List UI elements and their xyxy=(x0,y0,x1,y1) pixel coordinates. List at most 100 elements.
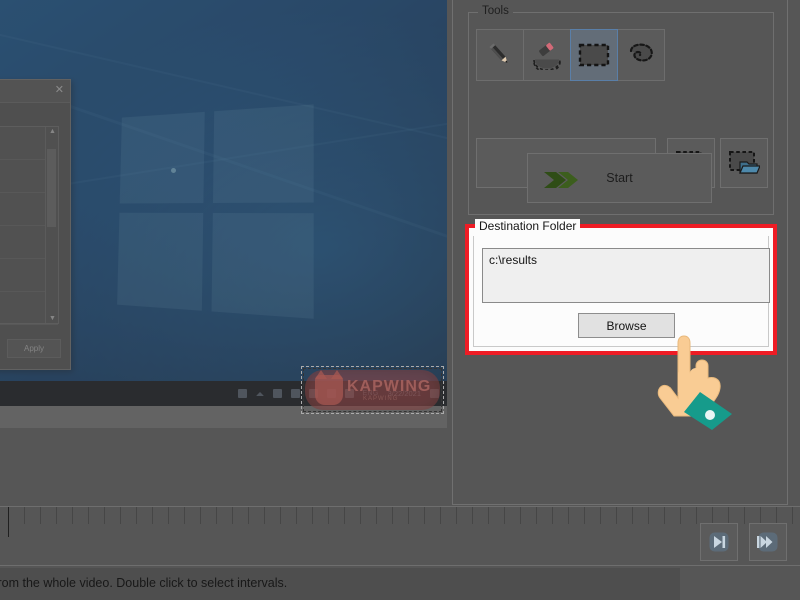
timeline[interactable] xyxy=(0,506,800,566)
timeline-minor-tick xyxy=(568,507,569,524)
timeline-minor-tick xyxy=(456,507,457,524)
chevron-up-icon xyxy=(256,392,264,396)
timeline-minor-tick xyxy=(408,507,409,524)
load-selection-button[interactable] xyxy=(720,138,768,188)
pin-icon xyxy=(238,389,247,398)
skip-forward-button[interactable] xyxy=(749,523,787,561)
timeline-minor-tick xyxy=(136,507,137,524)
status-secondary-cell xyxy=(681,568,800,600)
timeline-minor-tick xyxy=(312,507,313,524)
pencil-icon xyxy=(485,40,515,70)
onedrive-icon xyxy=(291,389,300,398)
timeline-minor-tick xyxy=(664,507,665,524)
timeline-minor-tick xyxy=(728,507,729,524)
timeline-minor-tick xyxy=(696,507,697,524)
scrollbar: ▲ ▼ xyxy=(45,127,58,323)
timeline-minor-tick xyxy=(280,507,281,524)
timeline-ruler[interactable] xyxy=(0,507,800,549)
timeline-minor-tick xyxy=(440,507,441,524)
eraser-tool[interactable] xyxy=(523,29,571,81)
video-preview[interactable]: Properties ✕ ▲ ▼ OK Apply xyxy=(0,0,447,428)
properties-list: ▲ ▼ xyxy=(0,126,59,324)
destination-folder-group: Destination Folder c:\results Browse xyxy=(465,224,777,355)
network-icon xyxy=(273,389,282,398)
timeline-minor-tick xyxy=(40,507,41,524)
load-selection-icon xyxy=(728,150,760,176)
timeline-minor-tick xyxy=(264,507,265,524)
tools-toolbar xyxy=(476,29,664,81)
timeline-minor-tick xyxy=(216,507,217,524)
status-bar: from the whole video. Double click to se… xyxy=(0,566,800,600)
timeline-minor-tick xyxy=(504,507,505,524)
timeline-minor-tick xyxy=(328,507,329,524)
next-frame-icon xyxy=(708,531,730,553)
timeline-minor-tick xyxy=(72,507,73,524)
timeline-minor-tick xyxy=(680,507,681,524)
timeline-minor-tick xyxy=(344,507,345,524)
destination-path-field[interactable]: c:\results xyxy=(482,248,770,303)
timeline-minor-tick xyxy=(376,507,377,524)
timeline-minor-tick xyxy=(552,507,553,524)
timeline-minor-tick xyxy=(296,507,297,524)
timeline-minor-tick xyxy=(24,507,25,524)
close-icon: ✕ xyxy=(55,83,64,97)
selection-marquee[interactable] xyxy=(301,366,444,414)
timeline-minor-tick xyxy=(744,507,745,524)
browse-label: Browse xyxy=(606,319,646,333)
scrollbar-thumb xyxy=(47,149,56,227)
timeline-minor-tick xyxy=(488,507,489,524)
lasso-select-tool[interactable] xyxy=(617,29,665,81)
pencil-tool[interactable] xyxy=(476,29,524,81)
start-button[interactable]: Start xyxy=(527,153,712,203)
timeline-minor-tick xyxy=(616,507,617,524)
timeline-minor-tick xyxy=(152,507,153,524)
timeline-minor-tick xyxy=(200,507,201,524)
timeline-minor-tick xyxy=(648,507,649,524)
tools-group-legend: Tools xyxy=(478,5,513,17)
timeline-minor-tick xyxy=(520,507,521,524)
rectangle-select-tool[interactable] xyxy=(570,29,618,81)
skip-forward-icon xyxy=(757,531,779,553)
next-frame-button[interactable] xyxy=(700,523,738,561)
timeline-minor-tick xyxy=(600,507,601,524)
application-window: Properties ✕ ▲ ▼ OK Apply xyxy=(0,0,800,600)
timeline-minor-tick xyxy=(792,507,793,524)
destination-folder-legend: Destination Folder xyxy=(475,219,580,233)
timeline-minor-tick xyxy=(712,507,713,524)
timeline-major-tick xyxy=(8,507,9,537)
eraser-icon xyxy=(530,40,564,70)
status-message-cell: from the whole video. Double click to se… xyxy=(0,568,680,600)
timeline-minor-tick xyxy=(88,507,89,524)
destination-folder-inner: c:\results Browse xyxy=(473,236,769,347)
browse-button[interactable]: Browse xyxy=(578,313,675,338)
dialog-apply-button: Apply xyxy=(7,339,61,358)
timeline-minor-tick xyxy=(56,507,57,524)
timeline-minor-tick xyxy=(232,507,233,524)
start-label: Start xyxy=(606,171,632,185)
timeline-minor-tick xyxy=(360,507,361,524)
timeline-minor-tick xyxy=(424,507,425,524)
timeline-minor-tick xyxy=(632,507,633,524)
double-chevron-right-icon xyxy=(542,167,582,196)
right-side-panel: Tools xyxy=(452,0,788,505)
timeline-minor-tick xyxy=(120,507,121,524)
timeline-minor-tick xyxy=(248,507,249,524)
status-message: from the whole video. Double click to se… xyxy=(0,576,287,590)
timeline-minor-tick xyxy=(104,507,105,524)
windows-logo-icon xyxy=(117,104,314,318)
chevron-down-icon: ▼ xyxy=(49,315,56,322)
properties-dialog-titlebar: Properties ✕ xyxy=(0,80,70,103)
timeline-minor-tick xyxy=(584,507,585,524)
timeline-minor-tick xyxy=(776,507,777,524)
timeline-minor-tick xyxy=(536,507,537,524)
chevron-up-icon: ▲ xyxy=(49,128,56,135)
wallpaper-dot xyxy=(171,168,176,173)
timeline-minor-tick xyxy=(472,507,473,524)
timeline-minor-tick xyxy=(760,507,761,524)
timeline-minor-tick xyxy=(184,507,185,524)
timeline-minor-tick xyxy=(168,507,169,524)
lasso-icon xyxy=(625,41,657,69)
timeline-minor-tick xyxy=(392,507,393,524)
properties-dialog: Properties ✕ ▲ ▼ OK Apply xyxy=(0,79,71,370)
rectangle-select-icon xyxy=(577,42,611,68)
